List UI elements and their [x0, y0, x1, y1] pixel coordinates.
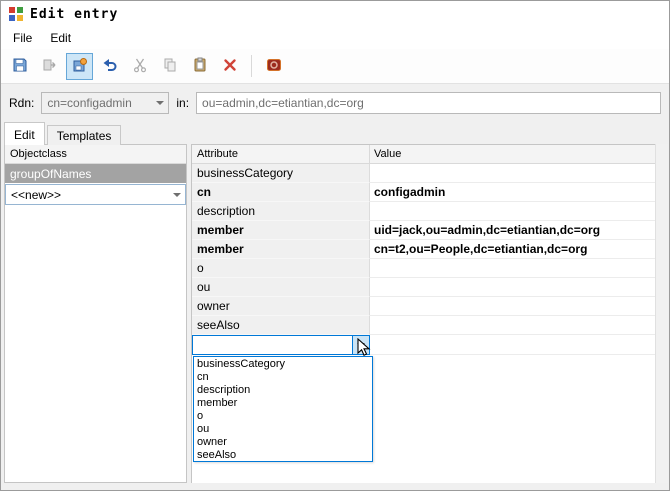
chevron-down-icon [357, 343, 365, 347]
copy-button[interactable] [156, 53, 183, 80]
dropdown-option[interactable]: description [194, 383, 372, 396]
attribute-name-cell[interactable]: o [192, 259, 370, 278]
dropdown-option[interactable]: cn [194, 370, 372, 383]
objectclass-panel: Objectclass groupOfNames <<new>> [4, 144, 187, 483]
delete-icon [222, 57, 238, 76]
attribute-rows: businessCategory cn configadmin description… [192, 164, 655, 335]
in-field[interactable]: ou=admin,dc=etiantian,dc=org [196, 92, 661, 114]
cut-button[interactable] [126, 53, 153, 80]
attribute-row[interactable]: businessCategory [192, 164, 655, 183]
attribute-value-cell[interactable] [370, 297, 655, 316]
attribute-row[interactable]: seeAlso [192, 316, 655, 335]
tab-templates[interactable]: Templates [46, 125, 122, 145]
attribute-table-header: Attribute Value [192, 145, 655, 164]
attribute-panel: Attribute Value businessCategory cn config… [191, 144, 655, 483]
attribute-name-cell[interactable]: ou [192, 278, 370, 297]
attribute-row[interactable]: description [192, 202, 655, 221]
tab-edit[interactable]: Edit [4, 122, 45, 145]
attribute-value-cell[interactable] [370, 278, 655, 297]
save-icon [12, 57, 28, 76]
attribute-name-cell[interactable]: member [192, 221, 370, 240]
cut-icon [132, 57, 148, 76]
new-attribute-combobox-arrow[interactable] [352, 336, 369, 354]
dropdown-option[interactable]: ou [194, 422, 372, 435]
chevron-down-icon [172, 192, 181, 197]
paste-button[interactable] [186, 53, 213, 80]
in-label: in: [176, 96, 190, 110]
attribute-value-cell[interactable]: uid=jack,ou=admin,dc=etiantian,dc=org [370, 221, 655, 240]
rdn-form-row: Rdn: cn=configadmin in: ou=admin,dc=etia… [1, 85, 669, 121]
objectclass-new-combobox[interactable]: <<new>> [5, 184, 186, 205]
toolbar-separator [251, 55, 252, 77]
save-button[interactable] [6, 53, 33, 80]
rename-entry-icon [42, 57, 58, 76]
dropdown-option[interactable]: o [194, 409, 372, 422]
undo-button[interactable] [96, 53, 123, 80]
apply-template-button[interactable] [66, 52, 93, 80]
attribute-value-cell[interactable]: configadmin [370, 183, 655, 202]
attribute-row[interactable]: member cn=t2,ou=People,dc=etiantian,dc=or… [192, 240, 655, 259]
new-attribute-value-cell[interactable] [370, 335, 655, 355]
menu-file[interactable]: File [4, 28, 41, 48]
attribute-value-cell[interactable] [370, 259, 655, 278]
objectclass-header: Objectclass [5, 145, 186, 164]
attribute-name-cell[interactable]: member [192, 240, 370, 259]
attribute-row[interactable]: ou [192, 278, 655, 297]
title-bar: Edit entry [1, 1, 669, 27]
undo-icon [102, 57, 118, 76]
toolbar [1, 49, 669, 84]
attribute-name-cell[interactable]: seeAlso [192, 316, 370, 335]
dropdown-option[interactable]: member [194, 396, 372, 409]
value-column-header[interactable]: Value [370, 145, 655, 163]
objectclass-item-selected[interactable]: groupOfNames [5, 164, 186, 183]
objectclass-new-arrow[interactable] [168, 185, 185, 204]
rdn-combobox-arrow[interactable] [151, 93, 168, 113]
delete-button[interactable] [216, 53, 243, 80]
exit-icon [266, 57, 282, 76]
dropdown-option[interactable]: owner [194, 435, 372, 448]
rdn-label: Rdn: [9, 96, 35, 110]
exit-button[interactable] [260, 53, 287, 80]
dropdown-option[interactable]: seeAlso [194, 448, 372, 461]
attribute-name-cell[interactable]: cn [192, 183, 370, 202]
attribute-value-cell[interactable] [370, 202, 655, 221]
new-attribute-row [192, 335, 655, 355]
copy-icon [162, 57, 178, 76]
attribute-dropdown-list: businessCategory cn description member o ou ow… [193, 356, 373, 462]
new-attribute-combobox-value [193, 336, 352, 354]
attribute-row[interactable]: cn configadmin [192, 183, 655, 202]
tab-bar: Edit Templates [4, 122, 122, 145]
apply-template-icon [72, 57, 88, 76]
window-title: Edit entry [30, 6, 119, 22]
menu-bar: File Edit [1, 27, 669, 49]
vertical-scrollbar[interactable] [655, 144, 668, 483]
attribute-row[interactable]: owner [192, 297, 655, 316]
attribute-value-cell[interactable] [370, 316, 655, 335]
chevron-down-icon [155, 101, 164, 105]
objectclass-new-value: <<new>> [11, 187, 62, 202]
rename-entry-button[interactable] [36, 53, 63, 80]
edit-entry-window: Edit entry File Edit Rdn: cn=configadmin… [0, 0, 670, 491]
rdn-combobox-value: cn=configadmin [47, 96, 132, 110]
menu-edit[interactable]: Edit [41, 28, 80, 48]
attribute-row[interactable]: o [192, 259, 655, 278]
attribute-name-cell[interactable]: businessCategory [192, 164, 370, 183]
attribute-name-cell[interactable]: description [192, 202, 370, 221]
attribute-row[interactable]: member uid=jack,ou=admin,dc=etiantian,dc=… [192, 221, 655, 240]
rdn-combobox[interactable]: cn=configadmin [41, 92, 170, 114]
attribute-value-cell[interactable]: cn=t2,ou=People,dc=etiantian,dc=org [370, 240, 655, 259]
paste-icon [192, 57, 208, 76]
attribute-column-header[interactable]: Attribute [192, 145, 370, 163]
attribute-value-cell[interactable] [370, 164, 655, 183]
dropdown-option[interactable]: businessCategory [194, 357, 372, 370]
attribute-name-cell[interactable]: owner [192, 297, 370, 316]
new-attribute-combobox[interactable] [192, 335, 370, 355]
app-icon [9, 7, 23, 21]
